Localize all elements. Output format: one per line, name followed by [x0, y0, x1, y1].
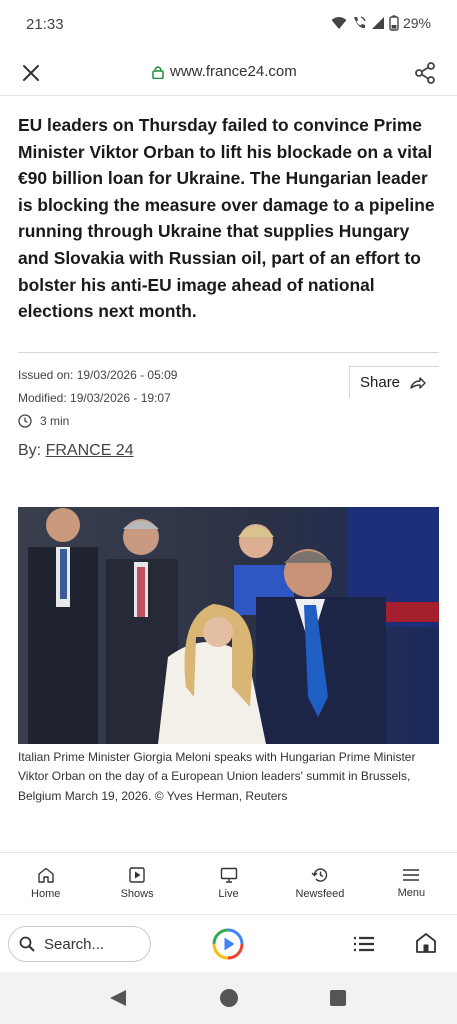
share-label: Share	[360, 374, 401, 391]
search-icon	[19, 936, 35, 952]
lock-icon	[152, 65, 164, 79]
photo-caption: Italian Prime Minister Giorgia Meloni sp…	[18, 750, 416, 803]
call-icon	[353, 16, 366, 29]
search-placeholder: Search...	[44, 935, 105, 953]
battery-percent: 29%	[402, 15, 431, 31]
tv-icon	[220, 867, 237, 883]
nav-live[interactable]: Live	[183, 853, 274, 914]
nav-menu-label: Menu	[397, 887, 426, 899]
browser-toolbar: Search...	[0, 914, 457, 972]
list-icon[interactable]	[352, 933, 376, 955]
nav-menu[interactable]: Menu	[366, 853, 457, 914]
home-outline-icon[interactable]	[414, 931, 438, 955]
byline-label: By:	[18, 442, 42, 459]
article-lead: EU leaders on Thursday failed to convinc…	[18, 115, 435, 322]
share-button[interactable]: Share	[349, 366, 439, 398]
status-time: 21:33	[26, 16, 64, 33]
close-icon[interactable]	[20, 62, 42, 84]
status-bar: 21:33 29%	[0, 0, 457, 48]
google-play-icon[interactable]	[211, 927, 245, 961]
nav-shows[interactable]: Shows	[91, 853, 182, 914]
play-icon	[129, 867, 145, 883]
bottom-nav: Home Shows Live Newsfeed Menu	[0, 852, 457, 914]
nav-newsfeed[interactable]: Newsfeed	[274, 853, 365, 914]
wifi-icon	[331, 17, 347, 29]
history-icon	[311, 868, 328, 882]
system-navigation-bar	[0, 972, 457, 1024]
home-circle-icon[interactable]	[219, 988, 239, 1008]
nav-newsfeed-label: Newsfeed	[295, 888, 345, 900]
nav-shows-label: Shows	[120, 888, 154, 900]
issued-date: Issued on: 19/03/2026 - 05:09	[18, 368, 178, 382]
clock-icon	[18, 414, 32, 428]
nav-live-label: Live	[218, 888, 239, 900]
author-link[interactable]: FRANCE 24	[46, 442, 134, 459]
battery-icon	[389, 15, 399, 31]
article-photo	[18, 507, 439, 744]
divider	[18, 352, 439, 353]
share-icon[interactable]	[413, 61, 437, 85]
read-time: 3 min	[18, 414, 69, 428]
search-input[interactable]: Search...	[8, 926, 151, 962]
custom-tab-toolbar: www.france24.com	[0, 48, 457, 96]
byline: By: FRANCE 24	[18, 442, 134, 460]
recents-icon[interactable]	[329, 989, 347, 1007]
url-display[interactable]: www.france24.com	[152, 63, 297, 80]
nav-home[interactable]: Home	[0, 853, 91, 914]
menu-icon	[403, 869, 420, 881]
read-time-label: 3 min	[40, 414, 70, 428]
url-text: www.france24.com	[170, 63, 297, 80]
home-icon	[38, 867, 54, 883]
back-icon[interactable]	[108, 988, 128, 1008]
share-arrow-icon	[410, 376, 426, 389]
nav-home-label: Home	[31, 888, 61, 900]
status-icons: 29%	[331, 15, 431, 31]
signal-icon	[371, 17, 384, 29]
modified-date: Modified: 19/03/2026 - 19:07	[18, 391, 171, 405]
